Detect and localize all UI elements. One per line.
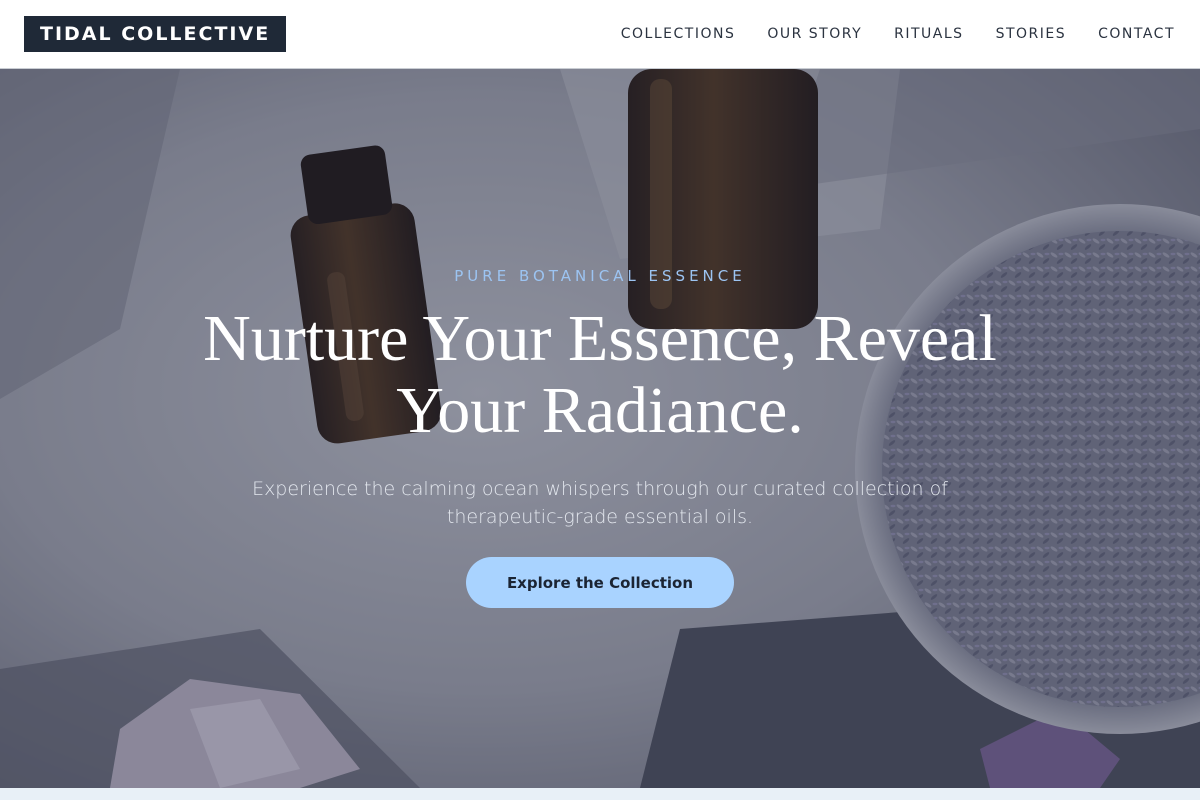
nav-link-our-story[interactable]: OUR STORY <box>767 26 862 42</box>
hero-content: PURE BOTANICAL ESSENCE Nurture Your Esse… <box>0 69 1200 788</box>
nav-link-rituals[interactable]: RITUALS <box>894 26 963 42</box>
explore-collection-button[interactable]: Explore the Collection <box>465 557 735 608</box>
main-nav: COLLECTIONS OUR STORY RITUALS STORIES CO… <box>621 26 1175 42</box>
next-section-edge <box>0 788 1200 800</box>
site-header: TIDAL COLLECTIVE COLLECTIONS OUR STORY R… <box>0 0 1200 69</box>
hero-subtext: Experience the calming ocean whispers th… <box>252 478 948 528</box>
hero-headline: Nurture Your Essence, Reveal Your Radian… <box>203 302 997 447</box>
nav-link-stories[interactable]: STORIES <box>996 26 1067 42</box>
nav-link-contact[interactable]: CONTACT <box>1098 26 1175 42</box>
brand-logo[interactable]: TIDAL COLLECTIVE <box>24 16 287 52</box>
hero-eyebrow: PURE BOTANICAL ESSENCE <box>454 267 746 285</box>
hero-section: PURE BOTANICAL ESSENCE Nurture Your Esse… <box>0 69 1200 788</box>
nav-link-collections[interactable]: COLLECTIONS <box>621 26 736 42</box>
